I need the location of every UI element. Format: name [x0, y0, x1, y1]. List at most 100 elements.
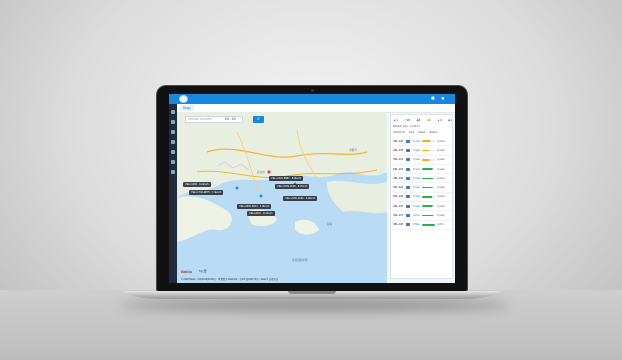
home-icon[interactable]	[171, 110, 175, 114]
map-copyright: © 2020 Baidu - GS(2019)5218号 - 甲测资字11111…	[181, 278, 279, 281]
table-row[interactable]: SBL-208 Travel Quality	[393, 174, 452, 184]
vehicle-marker[interactable]: VEH-2231-8587 · 8.9km/h	[269, 176, 304, 181]
vehicle-marker[interactable]: VEH-1702-9875 · 7.4km/h	[189, 190, 224, 195]
table-row[interactable]: SBL-206 Travel Quality	[393, 165, 452, 175]
column-header: Type	[408, 131, 415, 134]
vehicle-status: Arrive	[413, 214, 420, 218]
vehicle-marker[interactable]: VEH-1830-6604 · 7.9km/h	[237, 204, 272, 209]
battery-bar	[422, 177, 435, 180]
sea-label: 大鹏湾	[349, 149, 357, 152]
table-header: Vehicle ID Type Status Battery	[393, 131, 452, 134]
user-icon[interactable]: ●	[441, 96, 447, 102]
refresh-time: Refresh time : 12:30:17	[393, 125, 420, 128]
battery-bar	[422, 140, 435, 142]
truck-icon	[406, 214, 410, 218]
vehicle-marker[interactable]: VEH-2103-2018 · 8.7km/h	[275, 184, 310, 189]
count-value: 96	[406, 117, 411, 122]
battery-bar	[422, 196, 435, 198]
vehicle-id: SBL-208	[393, 139, 404, 143]
vehicle-id: SBL-202	[393, 204, 404, 208]
battery-bar	[422, 224, 435, 226]
user-icon[interactable]	[171, 170, 175, 174]
vehicle-status: Travel	[413, 195, 421, 199]
truck-icon	[406, 186, 410, 190]
battery-level: 100%	[437, 223, 444, 227]
table-row[interactable]: SBL-202 Travel Quality	[393, 202, 452, 212]
table-row[interactable]: SBL-208 Travel Quality	[393, 137, 452, 147]
vehicle-status: Travel	[413, 186, 421, 190]
top-bar: ■ ●	[169, 94, 455, 104]
vehicle-id: SBL-203	[393, 158, 404, 162]
column-header: Vehicle ID	[393, 131, 405, 134]
count-warning[interactable]: ▲3	[437, 118, 442, 123]
time-field[interactable]: 00 : 00	[225, 116, 236, 123]
vehicle-status: Office	[413, 223, 420, 227]
count-value: 3	[439, 117, 442, 122]
battery-level: Quality	[437, 148, 446, 152]
vehicle-id: SBL-207	[393, 214, 404, 218]
vehicle-status: Travel	[413, 148, 421, 152]
table-row[interactable]: SBL-208 Office 100%	[393, 221, 452, 230]
truck-icon	[406, 167, 410, 171]
vehicle-panel: ▲4 ▢96 ◆8 ◆6 ▲3 ◆1 Refresh time : 12:30:…	[390, 114, 453, 279]
vehicle-id: SBL-206	[393, 167, 404, 171]
settings-icon[interactable]	[171, 160, 175, 164]
map-icon[interactable]	[171, 120, 175, 124]
column-header: Battery	[429, 131, 438, 134]
count-value: 4	[395, 117, 398, 122]
vehicle-marker[interactable]: VEH-2001 · 8.4km/h	[247, 211, 275, 216]
list-icon[interactable]	[171, 140, 175, 144]
truck-icon[interactable]	[171, 130, 175, 134]
truck-icon	[406, 176, 410, 180]
count-parked[interactable]: ◆6	[427, 118, 431, 123]
truck-icon	[406, 158, 410, 162]
message-icon[interactable]: ■	[431, 96, 437, 102]
laptop-shadow	[120, 300, 510, 310]
battery-bar	[422, 149, 435, 152]
vehicle-status: Travel	[413, 204, 421, 208]
battery-level: Quality	[437, 158, 446, 162]
sea-label: 香港国际机场	[292, 259, 308, 262]
battery-level: Quality	[437, 195, 446, 199]
vehicle-status: Travel	[413, 139, 421, 143]
vehicle-id: SBL-208	[393, 195, 404, 199]
truck-icon	[406, 204, 410, 208]
vehicle-marker[interactable]: VEH-1402 · 9.2km/h	[183, 182, 211, 187]
table-row[interactable]: SBL-208 Travel Quality	[393, 193, 452, 203]
camera	[311, 89, 314, 92]
battery-level: Quality	[437, 167, 446, 171]
search-row: Vehicle number 00 : 00 ⌕	[185, 116, 285, 124]
truck-icon	[406, 223, 410, 227]
vehicle-status: Travel	[413, 176, 421, 180]
battery-bar	[422, 186, 435, 189]
table-row[interactable]: SBL-205 Travel Quality	[393, 183, 452, 193]
table-row[interactable]: SBL-203 Travel Quality	[393, 156, 452, 165]
column-header: Status	[418, 131, 426, 134]
map-land	[177, 112, 387, 242]
battery-bar	[422, 168, 435, 170]
search-button[interactable]: ⌕	[253, 116, 264, 123]
battery-level: Quality	[437, 139, 446, 143]
tab-map[interactable]: Map	[180, 105, 194, 111]
battery-level: Quality	[437, 176, 446, 180]
vehicle-status: Travel	[413, 158, 421, 162]
count-vehicles[interactable]: ▢96	[404, 118, 410, 123]
count-running[interactable]: ◆8	[416, 118, 420, 123]
app-logo[interactable]	[179, 95, 188, 103]
count-alert[interactable]: ▲4	[393, 118, 398, 123]
battery-bar	[422, 214, 435, 217]
vehicle-id: SBL-205	[393, 186, 404, 190]
count-offline[interactable]: ◆1	[448, 118, 452, 123]
map[interactable]: Vehicle number 00 : 00 ⌕ 武汉市 南海 香港国际机场 大…	[177, 112, 387, 283]
summary-counts: ▲4 ▢96 ◆8 ◆6 ▲3 ◆1	[393, 117, 452, 123]
vehicle-id: SBL-208	[393, 223, 404, 227]
truck-icon	[406, 148, 410, 152]
sea-label: 南海	[327, 223, 333, 226]
laptop-base	[124, 291, 500, 299]
chart-icon[interactable]	[171, 150, 175, 154]
truck-icon	[406, 195, 410, 199]
vehicle-id: SBL-208	[393, 176, 404, 180]
table-row[interactable]: SBL-208 Travel Quality	[393, 146, 452, 156]
table-row[interactable]: SBL-207 Arrive Quality	[393, 211, 452, 221]
vehicle-marker[interactable]: VEH-2150-3102 · 6.9km/h	[283, 196, 318, 201]
